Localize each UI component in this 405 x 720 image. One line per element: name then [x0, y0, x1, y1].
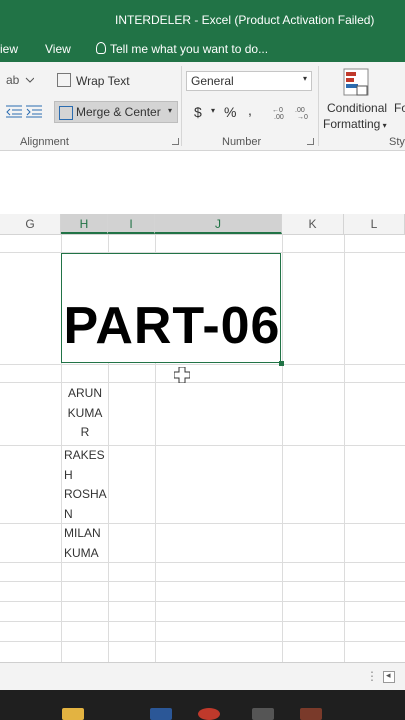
cell-cursor-icon [173, 366, 191, 388]
column-header-i[interactable]: I [108, 214, 155, 234]
merged-cell-h-j[interactable]: PART-06 [61, 253, 281, 363]
decrease-decimal-icon[interactable]: .00 →0 [295, 105, 311, 122]
chevron-down-icon: ▾ [302, 74, 307, 83]
app-icon[interactable] [150, 708, 172, 720]
number-format-dropdown[interactable]: General ▾ [186, 71, 312, 91]
chevron-left-icon: ◂ [386, 670, 391, 680]
grid-line [0, 581, 405, 582]
browser-icon[interactable] [198, 708, 220, 720]
group-divider [318, 66, 319, 146]
title-bar: INTERDELER - Excel (Product Activation F… [0, 0, 405, 40]
formula-area [0, 151, 405, 214]
cell-line: H [64, 467, 73, 482]
scroll-left-button[interactable]: ◂ [383, 670, 395, 683]
cell-line: MILAN [64, 526, 101, 540]
grid-line [0, 562, 405, 563]
alignment-dialog-launcher-icon[interactable] [172, 138, 179, 145]
ribbon: ab Wrap Text Merge & Center ▾ General ▾ … [0, 62, 405, 151]
ribbon-tabs: iew View Tell me what you want to do... [0, 40, 405, 62]
group-divider [181, 66, 182, 146]
wrap-text-icon [57, 73, 71, 87]
wrap-text-label: Wrap Text [76, 74, 130, 88]
cell-line: N [64, 506, 73, 521]
merge-center-label: Merge & Center [76, 105, 161, 119]
file-explorer-icon[interactable] [62, 708, 84, 720]
merge-center-button[interactable]: Merge & Center ▾ [54, 101, 178, 123]
wrap-text-button[interactable]: Wrap Text [57, 73, 130, 88]
cell-line: ARUN [67, 386, 102, 400]
column-header-g[interactable]: G [0, 214, 61, 234]
grid-line [0, 445, 405, 446]
svg-text:.00: .00 [295, 107, 305, 114]
format-as-table-partial[interactable]: Fo [394, 101, 405, 115]
cell-name-4[interactable]: MILAN KUMA [62, 524, 110, 563]
column-header-h[interactable]: H [61, 214, 108, 234]
grid-line [0, 364, 405, 365]
fill-handle[interactable] [279, 361, 284, 366]
conditional-formatting-label1[interactable]: Conditional [327, 101, 387, 115]
chevron-down-icon: ▾ [380, 121, 387, 130]
grid-line [344, 235, 345, 662]
conditional-formatting-icon[interactable] [343, 68, 371, 101]
app-icon[interactable] [300, 708, 322, 720]
column-headers: G H I J K L [0, 214, 405, 235]
increase-decimal-icon[interactable]: ←0.00 [272, 105, 288, 122]
svg-text:.00: .00 [274, 114, 284, 119]
svg-text:←0: ←0 [272, 107, 283, 114]
cell-name-2[interactable]: RAKES H [62, 446, 110, 485]
cell-line: KUMA [64, 545, 99, 560]
cell-line: ROSHA [64, 487, 107, 501]
comma-style-button[interactable]: , [248, 102, 252, 118]
worksheet-grid[interactable]: PART-06 ARUN KUMA R RAKES H ROSHA N MILA… [0, 235, 405, 662]
column-header-k[interactable]: K [282, 214, 344, 234]
orientation-icon[interactable]: ab [6, 72, 35, 89]
merge-icon [59, 106, 73, 120]
cell-line: KUMA [67, 405, 103, 420]
alignment-group-label: Alignment [20, 136, 69, 148]
grid-line [0, 641, 405, 642]
cell-line: R [80, 425, 90, 439]
grid-line [282, 235, 283, 662]
styles-group-label-partial: Sty [389, 136, 405, 148]
grid-line [0, 523, 405, 524]
tab-view-partial[interactable]: iew [0, 42, 18, 56]
svg-text:→0: →0 [297, 114, 308, 119]
grid-line [0, 621, 405, 622]
conditional-formatting-button[interactable]: Formatting ▾ [323, 117, 387, 131]
number-format-value: General [191, 74, 234, 88]
tab-view[interactable]: View [45, 42, 71, 56]
merged-cell-text: PART-06 [63, 297, 281, 355]
chevron-down-icon[interactable]: ▾ [168, 106, 172, 115]
lightbulb-icon [96, 42, 106, 54]
app-icon[interactable] [252, 708, 274, 720]
number-group-label: Number [222, 136, 262, 148]
grid-line [0, 382, 405, 383]
increase-indent-icon[interactable] [26, 104, 42, 121]
window-title: INTERDELER - Excel (Product Activation F… [115, 13, 375, 27]
column-header-l[interactable]: L [344, 214, 405, 234]
taskbar [0, 690, 405, 720]
cell-name-3[interactable]: ROSHA N [62, 485, 110, 524]
sheet-tab-bar: ⋮ ◂ [0, 662, 405, 691]
decrease-indent-icon[interactable] [6, 104, 22, 121]
percent-style-button[interactable]: % [224, 104, 236, 120]
grid-line [0, 601, 405, 602]
cell-line: RAKES [64, 448, 105, 462]
chevron-down-icon[interactable]: ▾ [211, 106, 215, 115]
number-dialog-launcher-icon[interactable] [307, 138, 314, 145]
conditional-formatting-label2: Formatting [323, 117, 381, 131]
tell-me-text: Tell me what you want to do... [110, 42, 269, 56]
svg-text:ab: ab [6, 73, 20, 86]
column-header-j[interactable]: J [155, 214, 282, 234]
tell-me-box[interactable]: Tell me what you want to do... [96, 42, 268, 56]
cell-name-1[interactable]: ARUN KUMA R [62, 384, 108, 443]
more-options-icon[interactable]: ⋮ [366, 669, 378, 683]
accounting-format-button[interactable]: $ [194, 104, 202, 120]
